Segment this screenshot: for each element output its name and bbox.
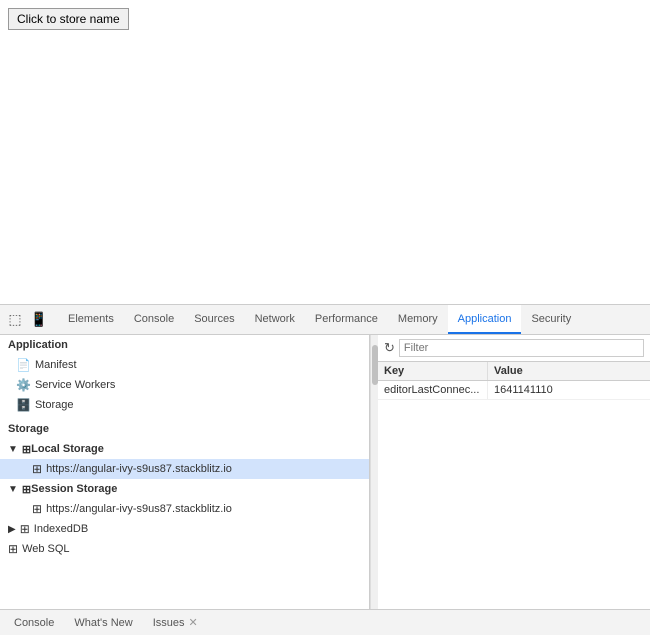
scrollbar-thumb — [372, 345, 378, 385]
devtools-tabs-bar: ⬚ 📱 Elements Console Sources Network Per… — [0, 305, 650, 335]
devtools-body: Application 📄 Manifest ⚙️ Service Worker… — [0, 335, 650, 609]
indexeddb-arrow: ▶ — [8, 524, 16, 535]
bottom-tab-issues-label: Issues — [153, 617, 185, 629]
table-header: Key Value — [378, 362, 650, 381]
session-storage-arrow: ▼ — [8, 484, 18, 495]
local-storage-label: Local Storage — [31, 443, 104, 455]
service-workers-icon: ⚙️ — [16, 378, 31, 392]
storage-label: Storage — [35, 399, 74, 411]
websql-label: Web SQL — [22, 543, 70, 555]
app-section-label: Application — [0, 335, 369, 355]
sidebar-item-ss-stackblitz[interactable]: ⊞ https://angular-ivy-s9us87.stackblitz.… — [0, 499, 369, 519]
tab-sources[interactable]: Sources — [184, 305, 244, 334]
sidebar-item-service-workers[interactable]: ⚙️ Service Workers — [0, 375, 369, 395]
col-key-header: Key — [378, 362, 488, 380]
tab-security[interactable]: Security — [521, 305, 581, 334]
storage-section-label: Storage — [0, 419, 369, 439]
sidebar-item-websql[interactable]: ⊞ Web SQL — [0, 539, 369, 559]
indexeddb-icon: ⊞ — [20, 522, 30, 536]
session-storage-group[interactable]: ▼ ⊞ Session Storage — [0, 479, 369, 499]
ls-url-icon: ⊞ — [32, 462, 42, 476]
bottom-tab-console[interactable]: Console — [4, 610, 64, 635]
refresh-button[interactable]: ↻ — [384, 340, 395, 356]
filter-bar: ↻ — [378, 335, 650, 362]
manifest-label: Manifest — [35, 359, 77, 371]
store-name-button[interactable]: Click to store name — [8, 8, 129, 30]
sidebar-scrollbar[interactable] — [370, 335, 378, 609]
indexeddb-label: IndexedDB — [34, 523, 88, 535]
local-storage-arrow: ▼ — [8, 444, 18, 455]
main-content: Click to store name — [0, 0, 650, 304]
devtools-sidebar: Application 📄 Manifest ⚙️ Service Worker… — [0, 335, 370, 609]
devtools-panel: ⬚ 📱 Elements Console Sources Network Per… — [0, 304, 650, 609]
bottom-tab-whats-new[interactable]: What's New — [64, 610, 142, 635]
table-row[interactable]: editorLastConnec... 1641141110 — [378, 381, 650, 400]
tab-console[interactable]: Console — [124, 305, 184, 334]
sidebar-item-manifest[interactable]: 📄 Manifest — [0, 355, 369, 375]
storage-icon: 🗄️ — [16, 398, 31, 412]
device-icon[interactable]: 📱 — [28, 309, 50, 331]
bottom-tabs-bar: Console What's New Issues ✕ — [0, 609, 650, 635]
bottom-tab-issues[interactable]: Issues ✕ — [143, 610, 208, 635]
local-storage-group[interactable]: ▼ ⊞ Local Storage — [0, 439, 369, 459]
websql-icon: ⊞ — [8, 542, 18, 556]
tab-elements[interactable]: Elements — [58, 305, 124, 334]
session-storage-icon: ⊞ — [22, 483, 31, 496]
inspect-icon[interactable]: ⬚ — [4, 309, 26, 331]
issues-close-icon[interactable]: ✕ — [189, 616, 198, 629]
ls-url-label: https://angular-ivy-s9us87.stackblitz.io — [46, 463, 232, 475]
sidebar-item-ls-stackblitz[interactable]: ⊞ https://angular-ivy-s9us87.stackblitz.… — [0, 459, 369, 479]
bottom-tab-console-label: Console — [14, 617, 54, 629]
tab-memory[interactable]: Memory — [388, 305, 448, 334]
manifest-icon: 📄 — [16, 358, 31, 372]
ss-url-label: https://angular-ivy-s9us87.stackblitz.io — [46, 503, 232, 515]
cell-value: 1641141110 — [488, 381, 650, 399]
right-panel: ↻ Key Value editorLastConnec... 16411411… — [378, 335, 650, 609]
tab-performance[interactable]: Performance — [305, 305, 388, 334]
ss-url-icon: ⊞ — [32, 502, 42, 516]
bottom-tab-whats-new-label: What's New — [74, 617, 132, 629]
cell-key: editorLastConnec... — [378, 381, 488, 399]
col-value-header: Value — [488, 362, 650, 380]
filter-input[interactable] — [399, 339, 644, 357]
sidebar-item-indexeddb[interactable]: ▶ ⊞ IndexedDB — [0, 519, 369, 539]
devtools-icon-buttons: ⬚ 📱 — [4, 309, 50, 331]
local-storage-icon: ⊞ — [22, 443, 31, 456]
tab-network[interactable]: Network — [245, 305, 305, 334]
tab-application[interactable]: Application — [448, 305, 522, 334]
service-workers-label: Service Workers — [35, 379, 115, 391]
sidebar-scroll[interactable]: Application 📄 Manifest ⚙️ Service Worker… — [0, 335, 369, 609]
sidebar-item-storage[interactable]: 🗄️ Storage — [0, 395, 369, 415]
session-storage-label: Session Storage — [31, 483, 117, 495]
